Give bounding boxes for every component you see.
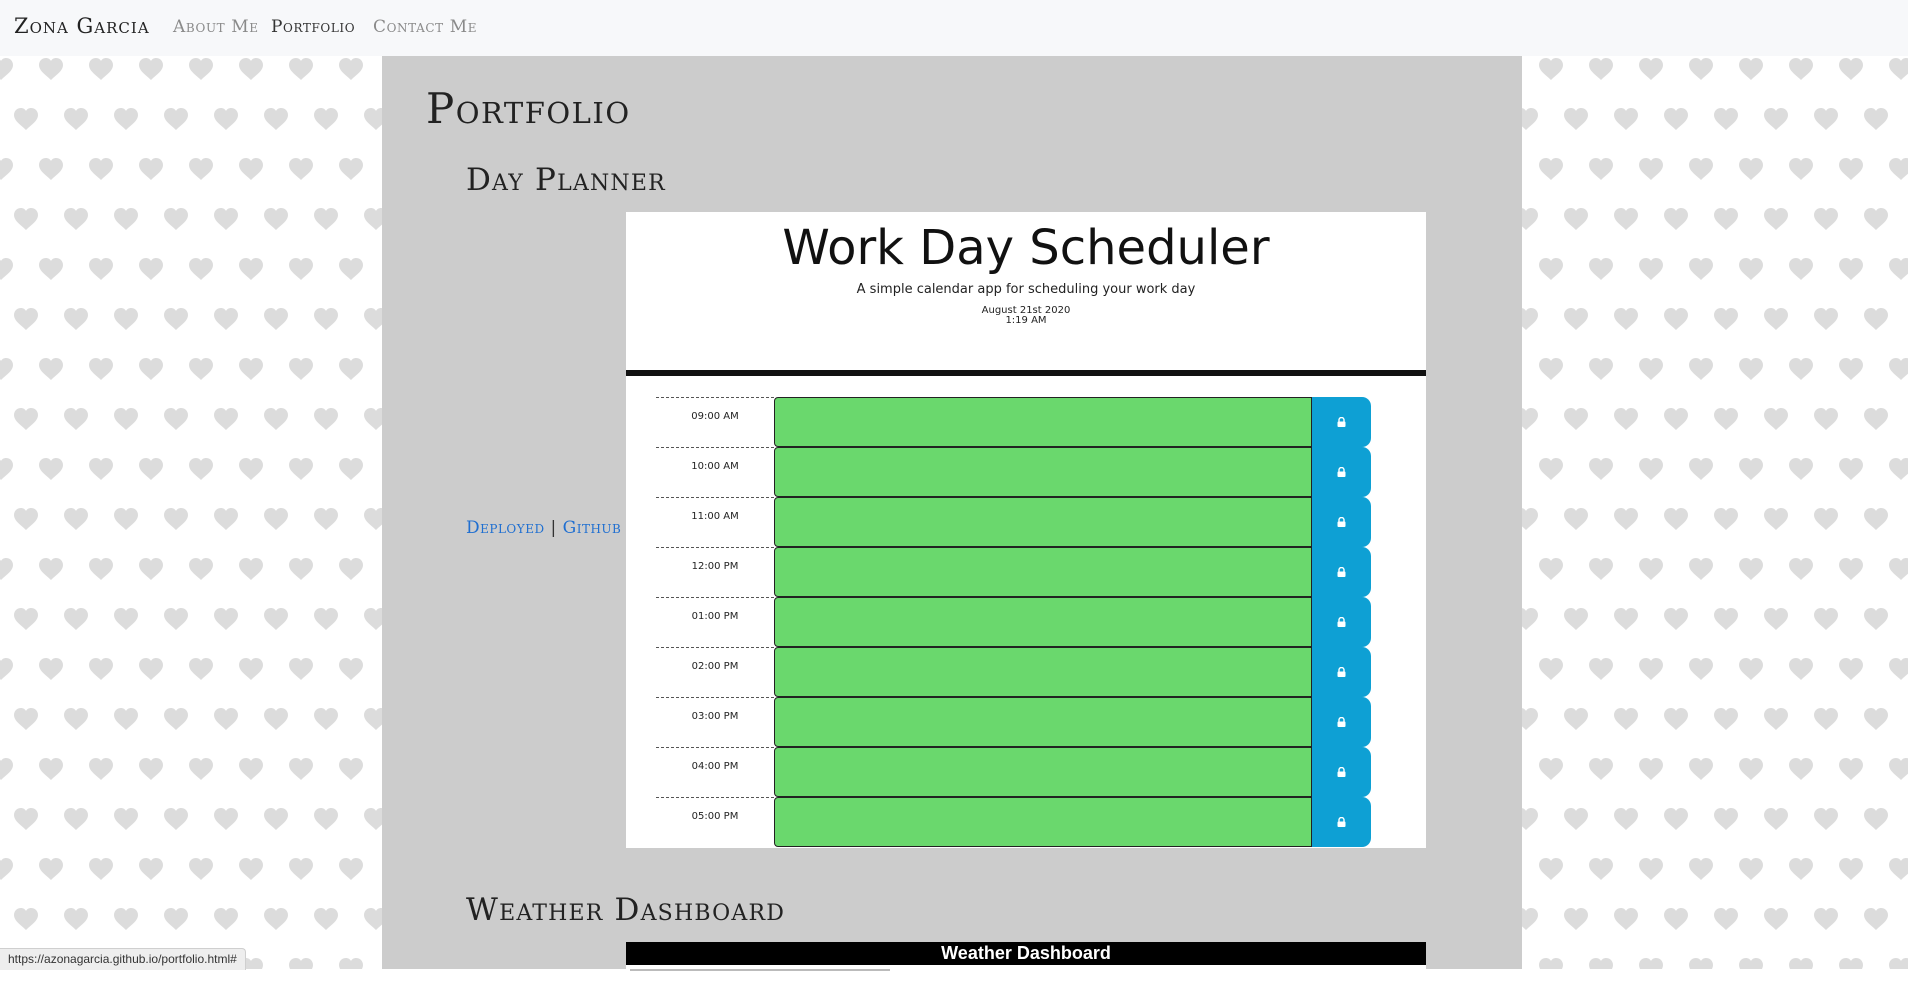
navbar: Zona Garcia About Me Portfolio Contact M…: [0, 0, 1908, 56]
weather-dashboard-header: Weather Dashboard: [626, 942, 1426, 965]
hour-text-block[interactable]: [774, 597, 1312, 647]
save-button[interactable]: [1312, 447, 1371, 497]
hour-row: 01:00 PM: [656, 597, 1371, 647]
page-title: Portfolio: [426, 84, 631, 133]
nav-link-portfolio[interactable]: Portfolio: [271, 17, 355, 37]
hour-row: 12:00 PM: [656, 547, 1371, 597]
hour-row: 03:00 PM: [656, 697, 1371, 747]
lock-icon: [1337, 817, 1346, 827]
deployed-link[interactable]: Deployed: [466, 518, 545, 538]
hour-label: 10:00 AM: [656, 447, 774, 497]
scheduler-subtitle: A simple calendar app for scheduling you…: [856, 282, 1196, 297]
lock-icon: [1337, 767, 1346, 777]
hour-label: 05:00 PM: [656, 797, 774, 847]
hour-label: 12:00 PM: [656, 547, 774, 597]
github-link[interactable]: Github: [563, 518, 622, 538]
scheduler-divider: [626, 370, 1426, 376]
scheduler-time: 1:19 AM: [1005, 315, 1047, 326]
lock-icon: [1337, 417, 1346, 427]
lock-icon: [1337, 467, 1346, 477]
save-button[interactable]: [1312, 597, 1371, 647]
hour-text-block[interactable]: [774, 397, 1312, 447]
scheduler-title: Work Day Scheduler: [782, 220, 1270, 276]
save-button[interactable]: [1312, 547, 1371, 597]
project-title-weather-dashboard: Weather Dashboard: [466, 892, 786, 928]
browser-status-url: https://azonagarcia.github.io/portfolio.…: [0, 948, 246, 970]
lock-icon: [1337, 517, 1346, 527]
hour-text-block[interactable]: [774, 747, 1312, 797]
brand-link[interactable]: Zona Garcia: [14, 14, 150, 38]
save-button[interactable]: [1312, 797, 1371, 847]
hour-text-block[interactable]: [774, 447, 1312, 497]
hour-label: 09:00 AM: [656, 397, 774, 447]
lock-icon: [1337, 667, 1346, 677]
hour-text-block[interactable]: [774, 697, 1312, 747]
hour-text-block[interactable]: [774, 797, 1312, 847]
hour-row: 02:00 PM: [656, 647, 1371, 697]
lock-icon: [1337, 567, 1346, 577]
hour-row: 11:00 AM: [656, 497, 1371, 547]
nav-link-contact-me[interactable]: Contact Me: [373, 17, 477, 37]
weather-search-bar: [630, 969, 890, 971]
hour-row: 05:00 PM: [656, 797, 1371, 847]
hour-label: 02:00 PM: [656, 647, 774, 697]
hour-row: 04:00 PM: [656, 747, 1371, 797]
hour-row: 10:00 AM: [656, 447, 1371, 497]
save-button[interactable]: [1312, 647, 1371, 697]
save-button[interactable]: [1312, 497, 1371, 547]
hour-text-block[interactable]: [774, 647, 1312, 697]
project-title-day-planner: Day Planner: [466, 162, 666, 198]
hour-rows: 09:00 AM 10:00 AM 11:00 AM 12:00 PM 01:0…: [656, 397, 1371, 847]
hour-row: 09:00 AM: [656, 397, 1371, 447]
nav-link-about-me[interactable]: About Me: [173, 17, 259, 37]
hour-text-block[interactable]: [774, 497, 1312, 547]
portfolio-panel: Portfolio Day Planner Deployed | Github …: [382, 56, 1522, 982]
hour-label: 01:00 PM: [656, 597, 774, 647]
hour-label: 04:00 PM: [656, 747, 774, 797]
hour-label: 11:00 AM: [656, 497, 774, 547]
link-separator: |: [550, 518, 557, 538]
save-button[interactable]: [1312, 697, 1371, 747]
hour-text-block[interactable]: [774, 547, 1312, 597]
hour-label: 03:00 PM: [656, 697, 774, 747]
weather-dashboard-screenshot: Weather Dashboard: [626, 942, 1426, 982]
save-button[interactable]: [1312, 747, 1371, 797]
lock-icon: [1337, 617, 1346, 627]
lock-icon: [1337, 717, 1346, 727]
day-planner-screenshot: Work Day Scheduler A simple calendar app…: [626, 212, 1426, 848]
project-links: Deployed | Github: [466, 518, 621, 538]
save-button[interactable]: [1312, 397, 1371, 447]
